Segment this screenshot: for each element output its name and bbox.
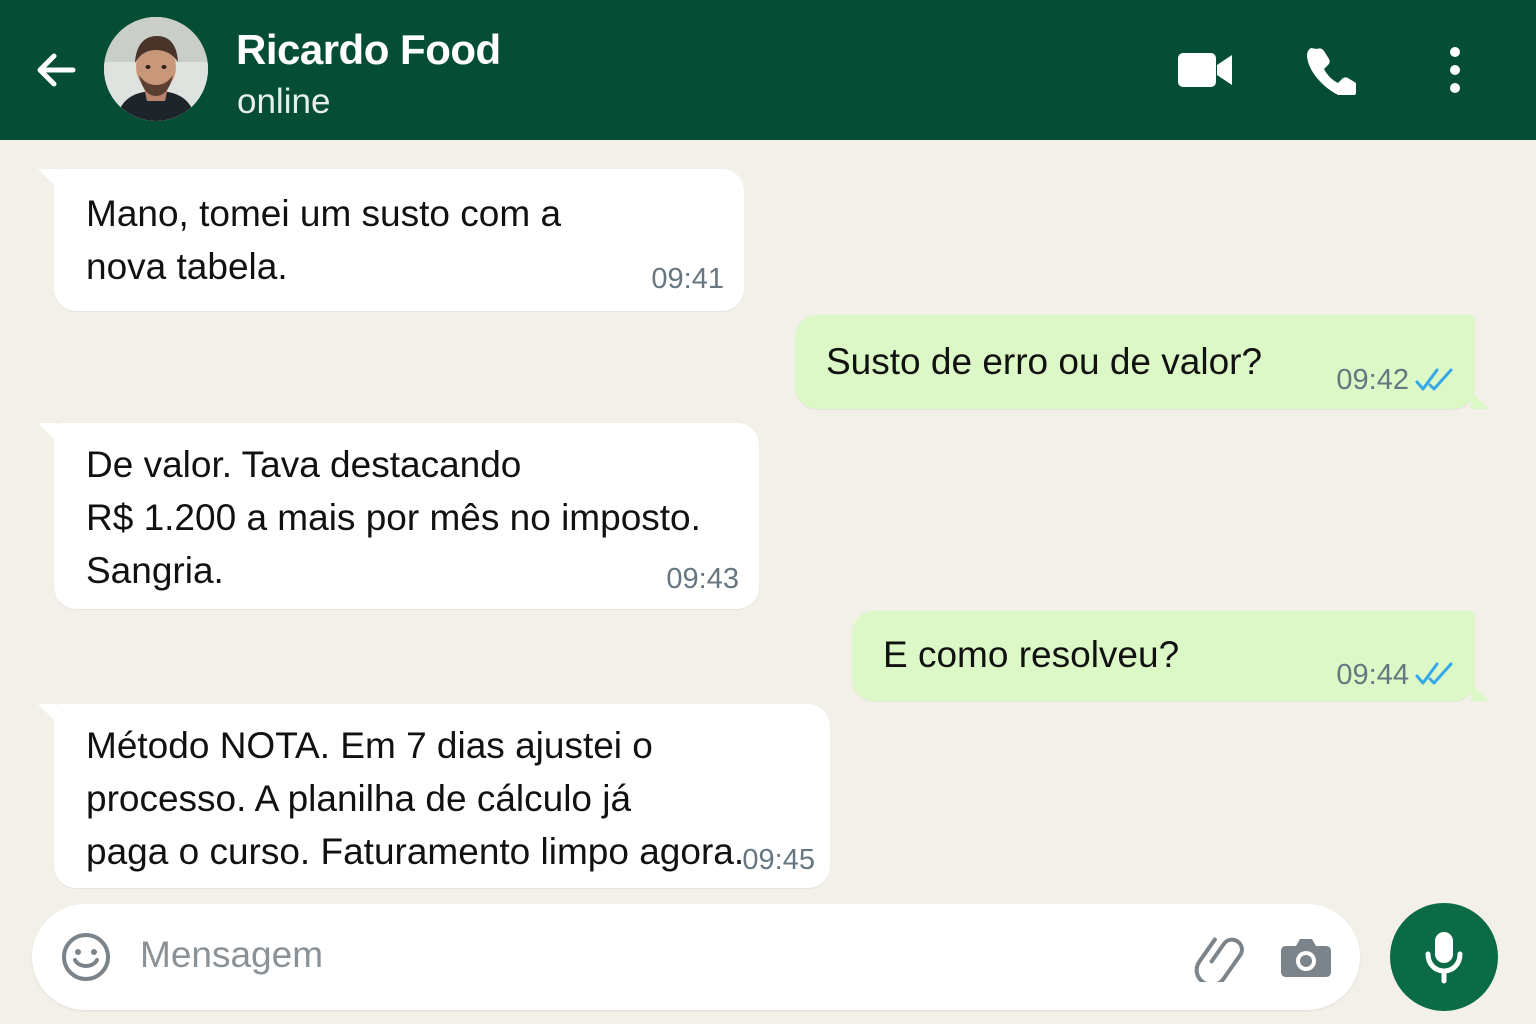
message-input[interactable]: Mensagem	[140, 934, 323, 976]
whatsapp-chat-screen: Ricardo Food online Mano, tomei um susto…	[0, 0, 1536, 1024]
camera-icon[interactable]	[1280, 932, 1332, 982]
message-bubble[interactable]: Susto de erro ou de valor? 09:42	[795, 315, 1489, 409]
contact-status: online	[237, 82, 331, 121]
message-text: E como resolveu?	[883, 634, 1180, 675]
video-call-icon[interactable]	[1174, 38, 1236, 102]
message-bubble[interactable]: Método NOTA. Em 7 dias ajustei o process…	[38, 704, 830, 888]
contact-avatar[interactable]	[104, 17, 208, 121]
microphone-button[interactable]	[1390, 903, 1498, 1011]
contact-name[interactable]: Ricardo Food	[236, 26, 501, 74]
more-options-icon[interactable]	[1430, 38, 1480, 102]
message-bubble[interactable]: De valor. Tava destacando R$ 1.200 a mai…	[38, 423, 759, 609]
read-receipt-icon	[1415, 662, 1453, 685]
message-composer[interactable]: Mensagem	[32, 904, 1360, 1010]
chat-header: Ricardo Food online	[0, 0, 1536, 140]
message-text: Método NOTA. Em 7 dias ajustei o process…	[86, 725, 745, 872]
message-time: 09:45	[742, 844, 815, 876]
message-text: De valor. Tava destacando R$ 1.200 a mai…	[86, 444, 701, 591]
microphone-icon	[1425, 932, 1463, 984]
emoji-icon[interactable]	[60, 931, 112, 983]
message-time: 09:44	[1336, 659, 1409, 691]
back-arrow-icon[interactable]	[30, 44, 82, 96]
chat-area[interactable]: Mano, tomei um susto com a nova tabela. …	[0, 140, 1536, 1024]
voice-call-icon[interactable]	[1300, 38, 1362, 102]
message-text: Mano, tomei um susto com a nova tabela.	[86, 193, 562, 287]
message-bubble[interactable]: E como resolveu? 09:44	[852, 611, 1489, 701]
message-bubble[interactable]: Mano, tomei um susto com a nova tabela. …	[38, 169, 744, 311]
message-text: Susto de erro ou de valor?	[826, 341, 1263, 382]
message-time: 09:41	[651, 263, 724, 295]
paperclip-icon[interactable]	[1194, 932, 1244, 982]
message-time: 09:42	[1336, 364, 1409, 396]
message-time: 09:43	[666, 563, 739, 595]
read-receipt-icon	[1415, 368, 1453, 391]
